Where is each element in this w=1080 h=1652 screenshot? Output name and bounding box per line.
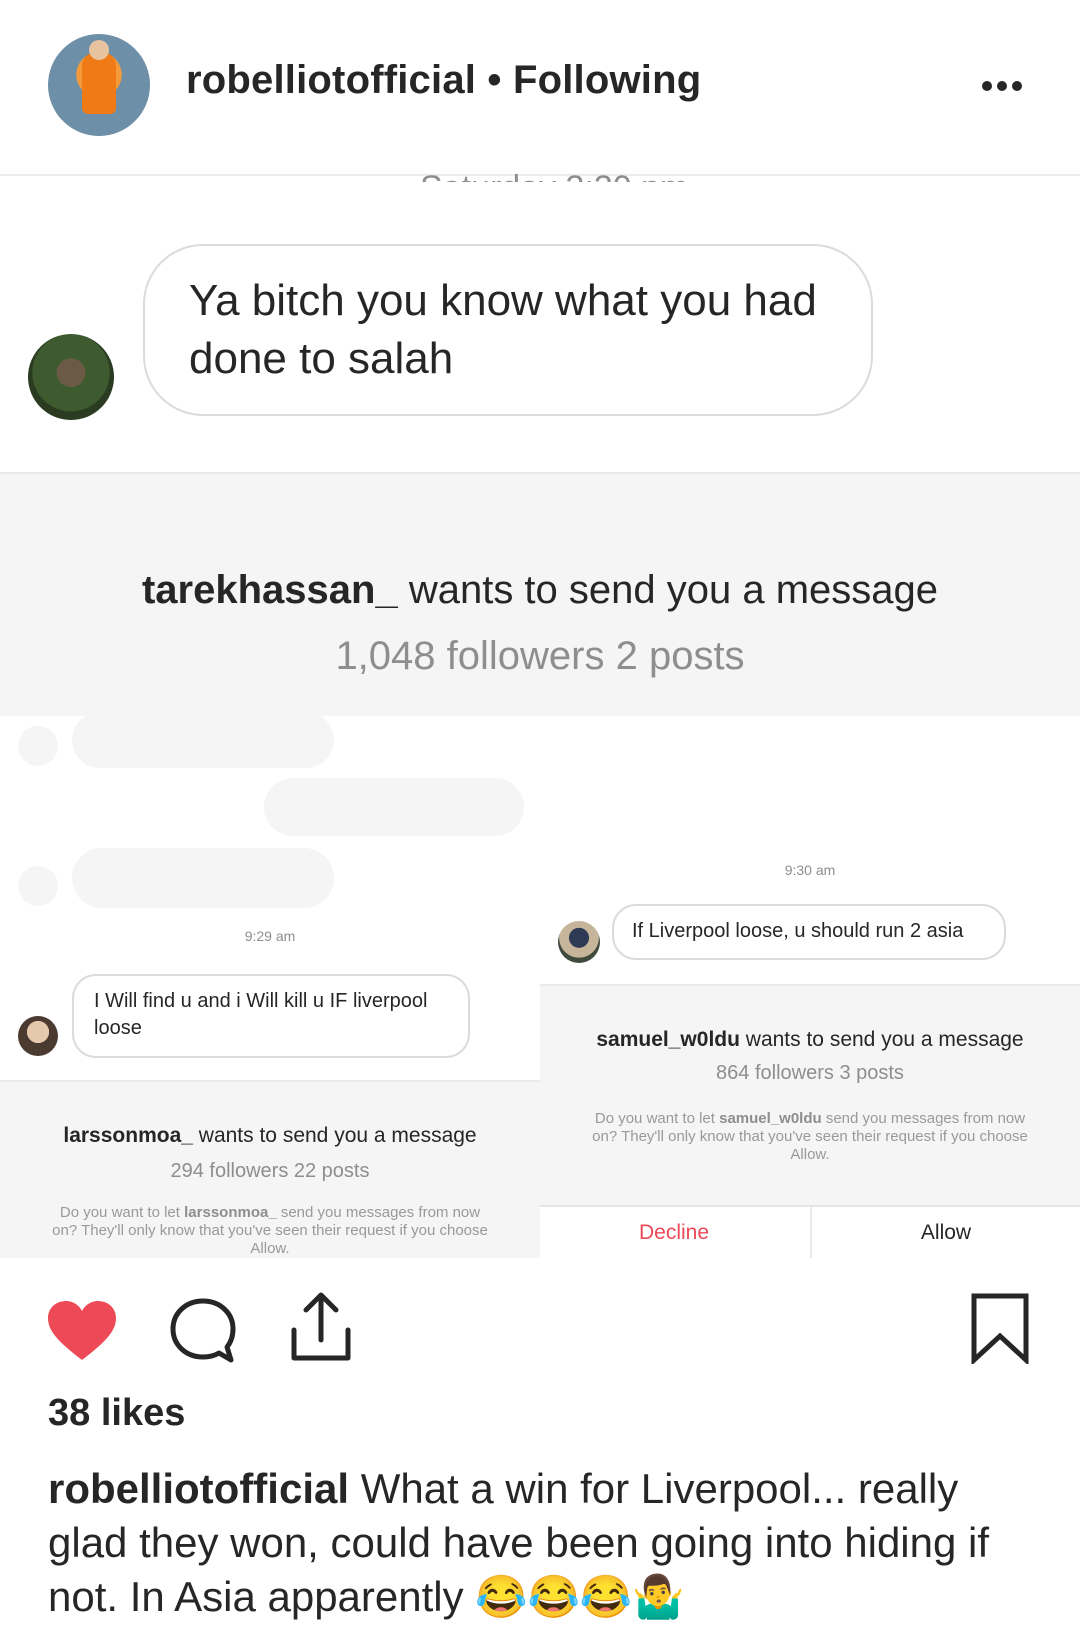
request-text: wants to send you a message <box>198 1124 477 1147</box>
caption-emoji: 😂😂😂🤷‍♂️ <box>475 1573 685 1620</box>
post-caption: robelliotofficial What a win for Liverpo… <box>48 1462 1048 1624</box>
profile-avatar[interactable] <box>48 34 150 136</box>
caption-username[interactable]: robelliotofficial <box>48 1465 349 1512</box>
request-explanation: Do you want to let larssonmoa_ send you … <box>48 1204 492 1258</box>
username-link[interactable]: robelliotofficial <box>186 58 476 102</box>
bookmark-icon[interactable] <box>970 1292 1030 1364</box>
avatar-figure-head <box>89 40 109 60</box>
header-username-line: robelliotofficial • Following <box>186 58 701 103</box>
dm-timestamp: 9:30 am <box>784 862 836 878</box>
comment-icon[interactable] <box>168 1296 238 1366</box>
post-header: robelliotofficial • Following <box>0 0 1080 176</box>
placeholder-avatar <box>18 866 58 906</box>
likes-count[interactable]: 38 likes <box>48 1392 185 1435</box>
avatar-figure <box>82 52 116 114</box>
message-bubble: I Will find u and i Will kill u IF liver… <box>72 974 470 1058</box>
request-explanation: Do you want to let samuel_w0ldu send you… <box>588 1110 1032 1164</box>
dm-timestamp: 9:29 am <box>244 928 296 944</box>
sender-avatar <box>28 334 114 420</box>
request-text: wants to send you a message <box>745 1028 1024 1051</box>
sender-avatar <box>558 921 600 963</box>
request-stats: 1,048 followers 2 posts <box>335 634 745 678</box>
request-stats: 864 followers 3 posts <box>716 1062 904 1084</box>
request-body-prefix: Do you want to let <box>59 1204 180 1221</box>
message-request-panel: tarekhassan_ wants to send you a message… <box>0 472 1080 716</box>
placeholder-avatar <box>18 726 58 766</box>
message-bubble: If Liverpool loose, u should run 2 asia <box>612 904 1006 960</box>
message-bubble: Ya bitch you know what you had done to s… <box>143 244 873 416</box>
message-request-panel: larssonmoa_ wants to send you a message … <box>0 1080 540 1258</box>
sender-avatar <box>18 1016 58 1056</box>
placeholder-bubble <box>72 712 334 768</box>
request-username: larssonmoa_ <box>63 1124 193 1147</box>
placeholder-bubble <box>264 778 524 836</box>
request-body-username: samuel_w0ldu <box>719 1110 822 1127</box>
request-text: wants to send you a message <box>408 568 939 612</box>
request-title: tarekhassan_ wants to send you a message <box>0 568 1080 613</box>
decline-button[interactable]: Decline <box>540 1207 808 1258</box>
share-icon[interactable] <box>288 1290 354 1364</box>
following-button[interactable]: Following <box>513 58 701 102</box>
placeholder-bubble <box>72 848 334 908</box>
heart-icon[interactable] <box>46 1300 118 1362</box>
request-body-prefix: Do you want to let <box>594 1110 715 1127</box>
more-dots-icon[interactable] <box>982 78 1032 92</box>
dm-timestamp-clipped: Saturday 3:30 pm <box>420 160 688 182</box>
request-username: samuel_w0ldu <box>596 1028 740 1051</box>
separator-dot: • <box>487 58 502 102</box>
request-actions: Decline Allow <box>540 1205 1080 1258</box>
request-title: larssonmoa_ wants to send you a message <box>0 1124 540 1148</box>
request-stats: 294 followers 22 posts <box>170 1160 370 1182</box>
allow-button[interactable]: Allow <box>810 1207 1080 1258</box>
request-title: samuel_w0ldu wants to send you a message <box>540 1028 1080 1052</box>
request-username: tarekhassan_ <box>141 568 398 612</box>
request-body-username: larssonmoa_ <box>184 1204 277 1221</box>
